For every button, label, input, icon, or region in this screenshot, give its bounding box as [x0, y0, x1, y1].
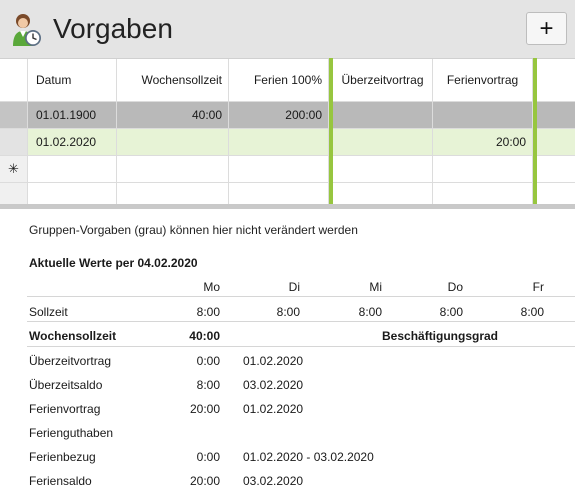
- empty-cell: [28, 183, 117, 205]
- empty-row: [0, 183, 575, 205]
- row-header[interactable]: [0, 102, 28, 129]
- detail-date: 03.02.2020: [243, 378, 304, 392]
- detail-label: Feriensaldo: [29, 474, 92, 488]
- detail-value: 20:00: [189, 474, 220, 488]
- settings-grid: Datum Wochensollzeit Ferien 100% Überzei…: [0, 58, 575, 208]
- row-header-corner: [0, 59, 28, 102]
- cell-extra: [537, 129, 575, 156]
- column-header-datum[interactable]: Datum: [28, 59, 117, 102]
- cell-extra: [537, 102, 575, 129]
- cell-datum[interactable]: 01.02.2020: [28, 129, 117, 156]
- cell-ferien[interactable]: 200:00: [229, 102, 329, 129]
- table-row[interactable]: 01.02.2020 20:00: [0, 129, 575, 156]
- sollzeit-value: 8:00: [439, 305, 463, 319]
- sollzeit-value: 8:00: [358, 305, 382, 319]
- divider: [27, 346, 575, 347]
- day-header: Mo: [203, 280, 220, 294]
- detail-date: 01.02.2020: [243, 402, 304, 416]
- grid-header-row: Datum Wochensollzeit Ferien 100% Überzei…: [0, 59, 575, 102]
- new-cell-extra: [537, 156, 575, 183]
- new-row-marker-icon: ✳: [0, 156, 28, 183]
- cell-wochensollzeit[interactable]: [117, 129, 229, 156]
- table-row[interactable]: 01.01.1900 40:00 200:00: [0, 102, 575, 129]
- day-header: Do: [447, 280, 463, 294]
- detail-date: 01.02.2020: [243, 354, 304, 368]
- horizontal-scrollbar[interactable]: [0, 204, 575, 209]
- cell-ferien[interactable]: [229, 129, 329, 156]
- divider: [27, 321, 575, 322]
- cell-ferienvortrag[interactable]: 20:00: [433, 129, 533, 156]
- detail-value: 0:00: [196, 450, 220, 464]
- cell-ferienvortrag[interactable]: [433, 102, 533, 129]
- column-header-wochensollzeit[interactable]: Wochensollzeit: [117, 59, 229, 102]
- new-cell-ueberzeitvortrag[interactable]: [333, 156, 433, 183]
- sollzeit-value: 8:00: [196, 305, 220, 319]
- detail-label: Überzeitvortrag: [29, 354, 112, 368]
- column-separator-bar: [533, 58, 537, 208]
- detail-label: Ferienvortrag: [29, 402, 101, 416]
- cell-ueberzeitvortrag[interactable]: [333, 129, 433, 156]
- cell-wochensollzeit[interactable]: 40:00: [117, 102, 229, 129]
- cell-datum[interactable]: 01.01.1900: [28, 102, 117, 129]
- detail-value: 0:00: [196, 354, 220, 368]
- new-cell-datum[interactable]: [28, 156, 117, 183]
- day-header: Mi: [369, 280, 382, 294]
- add-button[interactable]: +: [526, 12, 567, 45]
- column-separator-bar: [329, 58, 333, 208]
- column-header-ueberzeitvortrag[interactable]: Überzeitvortrag: [333, 59, 433, 102]
- row-header[interactable]: [0, 129, 28, 156]
- new-row[interactable]: ✳: [0, 156, 575, 183]
- column-header-extra: [537, 59, 575, 102]
- detail-value: 8:00: [196, 378, 220, 392]
- empty-cell: [333, 183, 433, 205]
- sollzeit-label: Sollzeit: [29, 305, 68, 319]
- new-cell-ferienvortrag[interactable]: [433, 156, 533, 183]
- column-header-ferien[interactable]: Ferien 100%: [229, 59, 329, 102]
- detail-label: Überzeitsaldo: [29, 378, 103, 392]
- detail-date: 03.02.2020: [243, 474, 304, 488]
- column-header-ferienvortrag[interactable]: Ferienvortrag: [433, 59, 533, 102]
- wochensollzeit-value: 40:00: [189, 329, 220, 343]
- wochensollzeit-label: Wochensollzeit: [29, 329, 117, 343]
- beschaeftigungsgrad-label: Beschäftigungsgrad: [382, 329, 499, 343]
- detail-value: 20:00: [189, 402, 220, 416]
- empty-cell: [117, 183, 229, 205]
- empty-cell: [229, 183, 329, 205]
- sollzeit-value: 8:00: [276, 305, 300, 319]
- empty-cell: [433, 183, 533, 205]
- page-title: Vorgaben: [53, 13, 173, 44]
- detail-date: 01.02.2020 - 03.02.2020: [243, 450, 374, 464]
- user-clock-icon: [13, 14, 41, 46]
- divider: [27, 296, 575, 297]
- row-header: [0, 183, 28, 205]
- cell-ueberzeitvortrag[interactable]: [333, 102, 433, 129]
- detail-label: Ferienbezug: [29, 450, 96, 464]
- header-bar: Vorgaben +: [0, 0, 575, 58]
- sollzeit-value: 8:00: [520, 305, 544, 319]
- current-values-title: Aktuelle Werte per 04.02.2020: [29, 256, 198, 270]
- day-header: Di: [288, 280, 300, 294]
- new-cell-wochensollzeit[interactable]: [117, 156, 229, 183]
- new-cell-ferien[interactable]: [229, 156, 329, 183]
- info-text: Gruppen-Vorgaben (grau) können hier nich…: [29, 223, 358, 237]
- detail-label: Ferienguthaben: [29, 426, 114, 440]
- day-header: Fr: [532, 280, 544, 294]
